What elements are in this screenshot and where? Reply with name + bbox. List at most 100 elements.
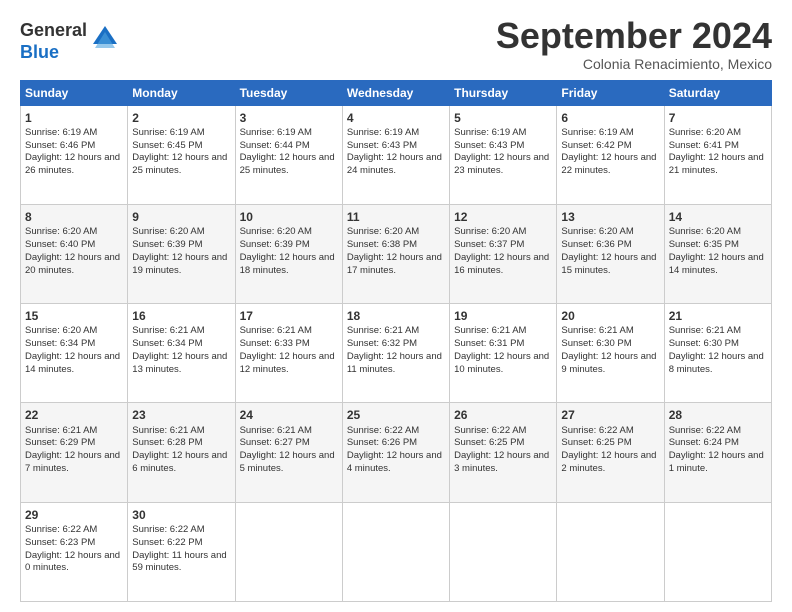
day-number: 29 [25,507,123,523]
sunrise-label: Sunrise: 6:20 AM [454,226,526,237]
logo-blue: Blue [20,42,87,64]
page: General Blue September 2024 Colonia Rena… [0,0,792,612]
daylight-label: Daylight: 12 hours and 20 minutes. [25,252,120,276]
day-cell: 11 Sunrise: 6:20 AM Sunset: 6:38 PM Dayl… [342,204,449,303]
daylight-label: Daylight: 12 hours and 18 minutes. [240,252,335,276]
sunrise-label: Sunrise: 6:19 AM [454,127,526,138]
day-number: 17 [240,308,338,324]
day-number: 9 [132,209,230,225]
day-number: 5 [454,110,552,126]
header: General Blue September 2024 Colonia Rena… [20,16,772,72]
sunrise-label: Sunrise: 6:20 AM [132,226,204,237]
subtitle: Colonia Renacimiento, Mexico [496,56,772,72]
sunset-label: Sunset: 6:43 PM [454,140,524,151]
sunrise-label: Sunrise: 6:19 AM [347,127,419,138]
sunset-label: Sunset: 6:32 PM [347,338,417,349]
day-cell: 27 Sunrise: 6:22 AM Sunset: 6:25 PM Dayl… [557,403,664,502]
daylight-label: Daylight: 12 hours and 5 minutes. [240,450,335,474]
day-cell: 10 Sunrise: 6:20 AM Sunset: 6:39 PM Dayl… [235,204,342,303]
day-cell: 17 Sunrise: 6:21 AM Sunset: 6:33 PM Dayl… [235,304,342,403]
sunset-label: Sunset: 6:34 PM [25,338,95,349]
sunset-label: Sunset: 6:39 PM [240,239,310,250]
daylight-label: Daylight: 12 hours and 26 minutes. [25,152,120,176]
calendar-table: Sunday Monday Tuesday Wednesday Thursday… [20,80,772,602]
sunset-label: Sunset: 6:40 PM [25,239,95,250]
sunset-label: Sunset: 6:42 PM [561,140,631,151]
sunrise-label: Sunrise: 6:21 AM [561,325,633,336]
title-area: September 2024 Colonia Renacimiento, Mex… [496,16,772,72]
day-number: 11 [347,209,445,225]
sunrise-label: Sunrise: 6:22 AM [25,524,97,535]
sunset-label: Sunset: 6:27 PM [240,437,310,448]
day-cell: 23 Sunrise: 6:21 AM Sunset: 6:28 PM Dayl… [128,403,235,502]
daylight-label: Daylight: 12 hours and 11 minutes. [347,351,442,375]
daylight-label: Daylight: 12 hours and 12 minutes. [240,351,335,375]
day-number: 19 [454,308,552,324]
day-cell: 15 Sunrise: 6:20 AM Sunset: 6:34 PM Dayl… [21,304,128,403]
sunset-label: Sunset: 6:28 PM [132,437,202,448]
day-number: 27 [561,407,659,423]
day-number: 3 [240,110,338,126]
day-cell: 1 Sunrise: 6:19 AM Sunset: 6:46 PM Dayli… [21,105,128,204]
day-number: 22 [25,407,123,423]
day-cell: 2 Sunrise: 6:19 AM Sunset: 6:45 PM Dayli… [128,105,235,204]
daylight-label: Daylight: 12 hours and 13 minutes. [132,351,227,375]
daylight-label: Daylight: 12 hours and 4 minutes. [347,450,442,474]
sunrise-label: Sunrise: 6:22 AM [132,524,204,535]
week-row-3: 22 Sunrise: 6:21 AM Sunset: 6:29 PM Dayl… [21,403,772,502]
day-cell: 18 Sunrise: 6:21 AM Sunset: 6:32 PM Dayl… [342,304,449,403]
sunset-label: Sunset: 6:23 PM [25,537,95,548]
sunrise-label: Sunrise: 6:22 AM [347,425,419,436]
sunrise-label: Sunrise: 6:21 AM [132,325,204,336]
sunrise-label: Sunrise: 6:22 AM [669,425,741,436]
day-cell: 21 Sunrise: 6:21 AM Sunset: 6:30 PM Dayl… [664,304,771,403]
day-cell [342,502,449,601]
daylight-label: Daylight: 12 hours and 15 minutes. [561,252,656,276]
day-number: 23 [132,407,230,423]
day-cell: 5 Sunrise: 6:19 AM Sunset: 6:43 PM Dayli… [450,105,557,204]
sunset-label: Sunset: 6:44 PM [240,140,310,151]
day-cell: 8 Sunrise: 6:20 AM Sunset: 6:40 PM Dayli… [21,204,128,303]
sunrise-label: Sunrise: 6:20 AM [25,226,97,237]
daylight-label: Daylight: 12 hours and 17 minutes. [347,252,442,276]
day-number: 16 [132,308,230,324]
daylight-label: Daylight: 11 hours and 59 minutes. [132,550,226,574]
sunrise-label: Sunrise: 6:21 AM [25,425,97,436]
day-cell [664,502,771,601]
sunrise-label: Sunrise: 6:22 AM [561,425,633,436]
th-wednesday: Wednesday [342,80,449,105]
week-row-1: 8 Sunrise: 6:20 AM Sunset: 6:40 PM Dayli… [21,204,772,303]
day-number: 12 [454,209,552,225]
day-number: 6 [561,110,659,126]
daylight-label: Daylight: 12 hours and 1 minute. [669,450,764,474]
day-number: 10 [240,209,338,225]
day-cell [235,502,342,601]
sunrise-label: Sunrise: 6:21 AM [240,425,312,436]
sunrise-label: Sunrise: 6:20 AM [347,226,419,237]
day-number: 20 [561,308,659,324]
sunrise-label: Sunrise: 6:21 AM [132,425,204,436]
sunset-label: Sunset: 6:30 PM [561,338,631,349]
sunrise-label: Sunrise: 6:22 AM [454,425,526,436]
day-number: 7 [669,110,767,126]
th-saturday: Saturday [664,80,771,105]
th-tuesday: Tuesday [235,80,342,105]
daylight-label: Daylight: 12 hours and 19 minutes. [132,252,227,276]
day-number: 8 [25,209,123,225]
day-cell: 9 Sunrise: 6:20 AM Sunset: 6:39 PM Dayli… [128,204,235,303]
logo-icon [91,24,119,57]
day-number: 2 [132,110,230,126]
week-row-2: 15 Sunrise: 6:20 AM Sunset: 6:34 PM Dayl… [21,304,772,403]
day-cell: 30 Sunrise: 6:22 AM Sunset: 6:22 PM Dayl… [128,502,235,601]
sunset-label: Sunset: 6:25 PM [454,437,524,448]
sunrise-label: Sunrise: 6:19 AM [561,127,633,138]
day-cell: 22 Sunrise: 6:21 AM Sunset: 6:29 PM Dayl… [21,403,128,502]
daylight-label: Daylight: 12 hours and 9 minutes. [561,351,656,375]
sunset-label: Sunset: 6:24 PM [669,437,739,448]
day-number: 21 [669,308,767,324]
day-number: 28 [669,407,767,423]
day-cell: 7 Sunrise: 6:20 AM Sunset: 6:41 PM Dayli… [664,105,771,204]
sunset-label: Sunset: 6:25 PM [561,437,631,448]
daylight-label: Daylight: 12 hours and 8 minutes. [669,351,764,375]
sunrise-label: Sunrise: 6:20 AM [669,226,741,237]
